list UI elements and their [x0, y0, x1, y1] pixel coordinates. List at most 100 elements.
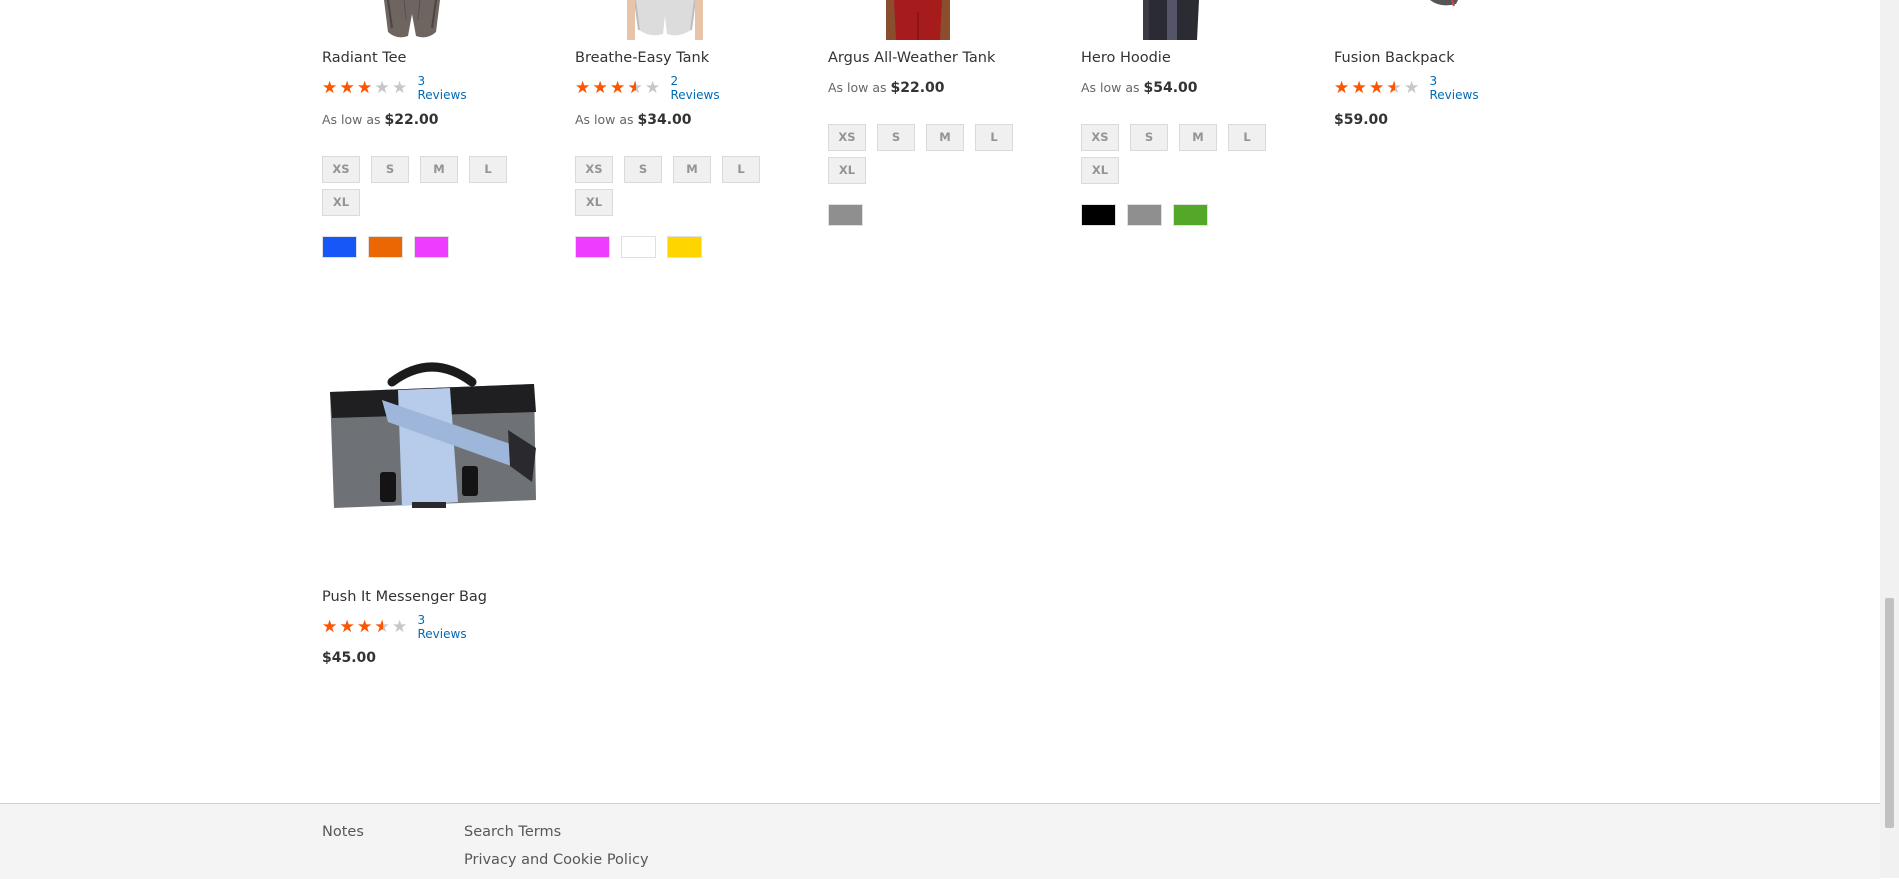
rating-stars: ★★★★★★★★★★	[322, 78, 410, 98]
product-grid: Radiant Tee ★★★★★★★★★★ 3 Reviews As low …	[0, 0, 1880, 800]
star-icon: ★★	[339, 619, 358, 636]
product-image[interactable]	[1334, 0, 1514, 40]
footer-link-notes[interactable]: Notes	[322, 824, 364, 840]
vertical-scrollbar[interactable]	[1880, 0, 1899, 878]
size-option-xl[interactable]: XL	[322, 189, 360, 216]
price-value: $22.00	[890, 80, 945, 96]
product-name[interactable]: Breathe-Easy Tank	[575, 50, 709, 66]
star-icon: ★★	[1386, 78, 1402, 98]
star-fill: ★	[374, 619, 384, 635]
product-image[interactable]	[575, 0, 755, 40]
star-icon: ★★	[1352, 80, 1370, 97]
product-name[interactable]: Push It Messenger Bag	[322, 589, 487, 605]
color-swatches	[828, 204, 863, 226]
star-icon: ★★	[575, 80, 593, 97]
rating-stars: ★★★★★★★★★★	[575, 78, 663, 98]
size-option-s[interactable]: S	[371, 156, 409, 183]
size-option-m[interactable]: M	[1179, 124, 1217, 151]
price-value: $34.00	[637, 112, 692, 128]
star-fill: ★	[322, 80, 338, 96]
star-icon: ★★	[1369, 80, 1387, 97]
size-option-m[interactable]: M	[926, 124, 964, 151]
rating-stars: ★★★★★★★★★★	[1334, 78, 1422, 98]
product-name[interactable]: Hero Hoodie	[1081, 50, 1171, 66]
size-option-l[interactable]: L	[1228, 124, 1266, 151]
reviews-link[interactable]: 3 Reviews	[418, 74, 467, 102]
product-image[interactable]	[322, 0, 502, 40]
scrollbar-thumb[interactable]	[1885, 598, 1894, 828]
color-option[interactable]	[667, 236, 702, 258]
reviews-link[interactable]: 2 Reviews	[671, 74, 720, 102]
product-rating: ★★★★★★★★★★ 3 Reviews	[322, 74, 467, 102]
price-box: As low as $22.00	[828, 80, 945, 96]
size-option-xl[interactable]: XL	[828, 157, 866, 184]
star-fill: ★	[592, 80, 608, 96]
size-option-s[interactable]: S	[877, 124, 915, 151]
star-fill: ★	[1369, 80, 1385, 96]
size-option-l[interactable]: L	[469, 156, 507, 183]
size-option-xs[interactable]: XS	[322, 156, 360, 183]
star-fill: ★	[339, 619, 355, 635]
star-fill: ★	[1386, 80, 1396, 96]
reviews-link[interactable]: 3 Reviews	[418, 613, 467, 641]
price-label: As low as	[1081, 80, 1140, 95]
size-swatches: XS S M L XL	[828, 124, 1028, 184]
color-option[interactable]	[414, 236, 449, 258]
color-option[interactable]	[1173, 204, 1208, 226]
size-option-s[interactable]: S	[1130, 124, 1168, 151]
price-box: As low as $54.00	[1081, 80, 1198, 96]
star-fill: ★	[1334, 80, 1350, 96]
size-option-xl[interactable]: XL	[575, 189, 613, 216]
size-option-s[interactable]: S	[624, 156, 662, 183]
reviews-link[interactable]: 3 Reviews	[1430, 74, 1479, 102]
price-value: $45.00	[322, 650, 377, 666]
star-fill: ★	[610, 80, 626, 96]
color-option[interactable]	[1127, 204, 1162, 226]
color-swatches	[575, 236, 702, 258]
price-value: $22.00	[384, 112, 439, 128]
star-icon: ★★	[339, 80, 358, 97]
size-option-xs[interactable]: XS	[575, 156, 613, 183]
size-swatches: XS S M L XL	[575, 156, 775, 216]
color-option[interactable]	[575, 236, 610, 258]
star-icon: ★★	[322, 80, 340, 97]
color-option[interactable]	[322, 236, 357, 258]
product-name[interactable]: Argus All-Weather Tank	[828, 50, 995, 66]
color-swatches	[322, 236, 449, 258]
price-box: $59.00	[1334, 112, 1388, 128]
price-label: As low as	[575, 112, 634, 127]
product-rating: ★★★★★★★★★★ 2 Reviews	[575, 74, 720, 102]
color-option[interactable]	[1081, 204, 1116, 226]
product-name[interactable]: Radiant Tee	[322, 50, 406, 66]
size-option-m[interactable]: M	[673, 156, 711, 183]
color-option[interactable]	[368, 236, 403, 258]
size-option-l[interactable]: L	[975, 124, 1013, 151]
star-icon: ★★	[645, 78, 661, 98]
product-name[interactable]: Fusion Backpack	[1334, 50, 1455, 66]
price-box: As low as $22.00	[322, 112, 439, 128]
star-icon: ★★	[374, 617, 390, 637]
size-option-xs[interactable]: XS	[1081, 124, 1119, 151]
color-option[interactable]	[828, 204, 863, 226]
product-image[interactable]	[828, 0, 1008, 40]
color-swatches	[1081, 204, 1208, 226]
star-icon: ★★	[374, 78, 390, 98]
star-fill: ★	[339, 80, 355, 96]
price-value: $59.00	[1334, 112, 1389, 128]
page-footer: Notes Search Terms Privacy and Cookie Po…	[0, 803, 1880, 879]
size-option-l[interactable]: L	[722, 156, 760, 183]
price-label: As low as	[828, 80, 887, 95]
size-swatches: XS S M L XL	[1081, 124, 1281, 184]
product-image[interactable]	[322, 352, 542, 532]
size-option-m[interactable]: M	[420, 156, 458, 183]
star-fill: ★	[322, 619, 338, 635]
size-option-xs[interactable]: XS	[828, 124, 866, 151]
star-icon: ★★	[357, 619, 375, 636]
product-image[interactable]	[1081, 0, 1261, 40]
color-option[interactable]	[621, 236, 656, 258]
footer-link-search-terms[interactable]: Search Terms	[464, 824, 561, 840]
footer-link-privacy-policy[interactable]: Privacy and Cookie Policy	[464, 852, 649, 868]
star-icon: ★★	[357, 80, 375, 97]
size-option-xl[interactable]: XL	[1081, 157, 1119, 184]
product-rating: ★★★★★★★★★★ 3 Reviews	[1334, 74, 1479, 102]
